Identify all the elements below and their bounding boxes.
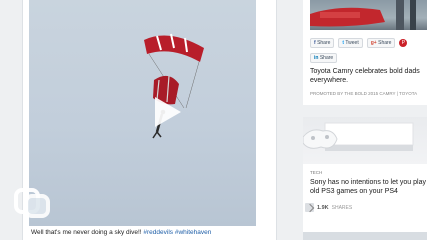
car-illustration <box>310 0 416 30</box>
post-caption: Well that's me never doing a sky dive!! … <box>31 229 256 236</box>
hashtag-reddevils[interactable]: #reddevils <box>143 229 173 236</box>
pinterest-icon[interactable]: P <box>399 39 408 47</box>
share-count: 1.9K <box>317 204 329 211</box>
hashtag-whitehaven[interactable]: #whitehaven <box>175 229 212 236</box>
share-label: Share <box>378 40 392 46</box>
caption-text: Well that's me never doing a sky dive!! <box>31 229 144 236</box>
twitter-icon: t <box>342 40 345 46</box>
article-card-sony[interactable]: TECH Sony has no intentions to let you p… <box>303 117 427 232</box>
share-label: Share <box>319 55 334 61</box>
right-sidebar: f Share t Tweet g+ Share P in Share Toyo… <box>303 0 427 240</box>
play-icon[interactable] <box>155 97 181 127</box>
facebook-icon: f <box>314 40 316 46</box>
share-label: Share <box>317 40 331 46</box>
console-illustration <box>303 122 414 151</box>
sony-headline[interactable]: Sony has no intentions to let you play o… <box>310 178 427 196</box>
video-frame-illustration <box>144 33 204 139</box>
toyota-headline[interactable]: Toyota Camry celebrates bold dads everyw… <box>310 67 422 85</box>
googleplus-icon: g+ <box>370 40 377 46</box>
parachute-canopy-upper <box>144 35 204 62</box>
googleplus-share-button[interactable]: g+ Share <box>366 38 396 48</box>
video-player[interactable] <box>29 0 256 226</box>
share-buttons-row: f Share t Tweet g+ Share P <box>310 38 408 48</box>
clip-logo-watermark <box>14 188 50 218</box>
category-tag[interactable]: TECH <box>310 170 322 175</box>
promoted-by-text: PROMOTED BY THE BOLD 2015 CAMRY | TOYOTA <box>310 91 418 96</box>
share-count-row[interactable]: 1.9K SHARES <box>305 203 352 212</box>
share-icon[interactable] <box>305 203 314 212</box>
facebook-share-button[interactable]: f Share <box>310 38 335 48</box>
linkedin-share-button[interactable]: in Share <box>310 53 338 63</box>
tweet-label: Tweet <box>345 40 359 46</box>
promo-card-toyota[interactable]: f Share t Tweet g+ Share P in Share Toyo… <box>303 0 427 105</box>
car-image[interactable] <box>310 0 427 30</box>
next-card-edge <box>303 232 427 240</box>
twitter-tweet-button[interactable]: t Tweet <box>338 38 363 48</box>
share-count-label: SHARES <box>331 204 353 211</box>
linkedin-icon: in <box>314 55 319 61</box>
ps4-console-image[interactable] <box>303 117 427 164</box>
